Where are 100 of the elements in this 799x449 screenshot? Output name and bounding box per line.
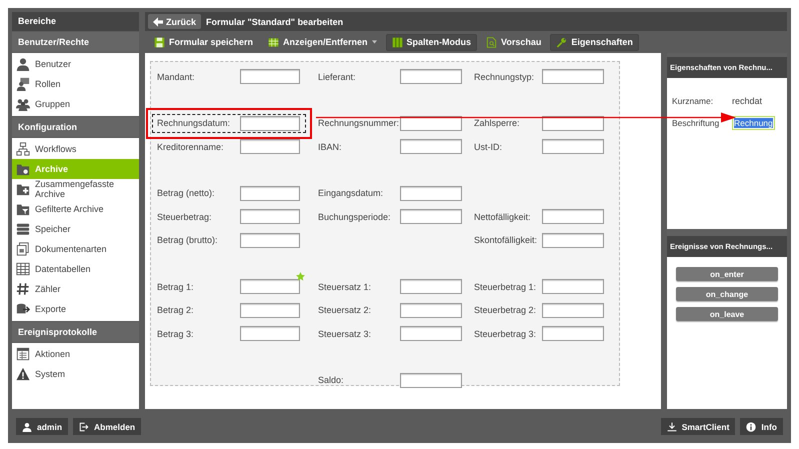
- sidebar-item[interactable]: Exporte: [12, 299, 139, 319]
- input-field[interactable]: [240, 326, 300, 342]
- property-label: Kurzname:: [672, 96, 714, 106]
- sidebar-item[interactable]: Zähler: [12, 279, 139, 299]
- property-value: rechdat: [732, 96, 762, 106]
- table-icon: [268, 36, 280, 48]
- input-field[interactable]: [400, 279, 462, 294]
- back-button[interactable]: Zurück: [148, 14, 202, 29]
- toolbar-button[interactable]: Spalten-Modus: [386, 34, 478, 50]
- input-field[interactable]: [400, 139, 462, 154]
- field-label: Kreditorenname:: [157, 142, 225, 152]
- field-label: Betrag 1:: [157, 282, 195, 292]
- field-label: Ust-ID:: [474, 142, 503, 152]
- field-label: Rechnungsnummer:: [318, 118, 400, 128]
- event-button[interactable]: on_leave: [676, 307, 778, 321]
- input-field[interactable]: [400, 372, 462, 388]
- field-label: IBAN:: [318, 142, 343, 152]
- columns-icon: [392, 36, 403, 48]
- field-label: Eingangsdatum:: [318, 188, 384, 198]
- sidebar-item[interactable]: Benutzer: [12, 54, 139, 74]
- input-field[interactable]: [400, 186, 462, 201]
- input-field[interactable]: [542, 209, 604, 224]
- wrench-icon: [556, 36, 568, 48]
- sidebar-item[interactable]: Gruppen: [12, 94, 139, 114]
- section-header[interactable]: Benutzer/Rechte: [12, 32, 139, 52]
- field-label: Steuersatz 1:: [318, 282, 372, 292]
- logout-icon: [79, 422, 90, 432]
- field-label: Lieferant:: [318, 72, 357, 82]
- section-header[interactable]: Ereignisprotokolle: [12, 322, 139, 342]
- field-label: Betrag 2:: [157, 305, 195, 316]
- property-label: Beschriftung: [672, 118, 720, 128]
- server-icon: [16, 222, 30, 236]
- sidebar-item[interactable]: Zusammengefasste Archive: [12, 179, 139, 199]
- hash-icon: [16, 282, 30, 296]
- input-field[interactable]: [400, 116, 462, 131]
- info-icon: [746, 422, 756, 432]
- toolbar-button[interactable]: Vorschau: [480, 34, 548, 50]
- field-label: Skontofälligkeit:: [474, 235, 538, 246]
- field-label: Steuerbetrag 3:: [474, 328, 538, 339]
- input-field[interactable]: [240, 232, 300, 248]
- footer-button[interactable]: admin: [16, 418, 68, 436]
- toolbar-button[interactable]: Anzeigen/Entfernen: [262, 34, 383, 50]
- field-label: Betrag 3:: [157, 328, 195, 339]
- input-field[interactable]: [542, 69, 604, 84]
- input-field[interactable]: [400, 302, 462, 318]
- field-label: Betrag (netto):: [157, 188, 216, 198]
- input-field[interactable]: [400, 69, 462, 84]
- input-field[interactable]: [542, 326, 604, 342]
- person-icon: [16, 57, 30, 71]
- workflow-icon: [16, 142, 30, 156]
- input-field[interactable]: [240, 302, 300, 318]
- sidebar-item[interactable]: Aktionen: [12, 344, 139, 364]
- footer-button[interactable]: Info: [740, 418, 783, 436]
- input-field[interactable]: [240, 279, 300, 294]
- calendar-icon: [16, 347, 30, 361]
- download-icon: [666, 422, 677, 432]
- field-label: Zahlsperre:: [474, 118, 521, 128]
- footer-button[interactable]: SmartClient: [660, 418, 736, 436]
- input-field[interactable]: [240, 209, 300, 224]
- input-field[interactable]: [400, 209, 462, 224]
- sidebar-item[interactable]: Gefilterte Archive: [12, 199, 139, 219]
- input-field[interactable]: [400, 326, 462, 342]
- field-label: Steuersatz 2:: [318, 305, 372, 316]
- page-title: Formular "Standard" bearbeiten: [206, 16, 344, 26]
- input-field[interactable]: [542, 232, 604, 248]
- toolbar-button[interactable]: Formular speichern: [148, 34, 260, 50]
- sidebar-item[interactable]: Dokumentenarten: [12, 239, 139, 259]
- input-field[interactable]: [542, 116, 604, 131]
- input-field[interactable]: [240, 69, 300, 84]
- group-icon: [16, 97, 30, 111]
- field-label: Steuersatz 3:: [318, 328, 372, 339]
- field-label: Steuerbetrag 2:: [474, 305, 538, 316]
- save-icon: [154, 36, 165, 48]
- field-label: Betrag (brutto):: [157, 235, 219, 246]
- section-header[interactable]: Konfiguration: [12, 117, 139, 137]
- sidebar-item[interactable]: Workflows: [12, 139, 139, 159]
- field-label: Rechnungsdatum:: [157, 118, 232, 128]
- footer-button[interactable]: Abmelden: [73, 418, 142, 436]
- sidebar-item[interactable]: Speicher: [12, 219, 139, 239]
- input-field[interactable]: [240, 186, 300, 201]
- export-icon: [16, 302, 30, 316]
- field-label: Saldo:: [318, 375, 345, 386]
- document-icon: [16, 242, 30, 256]
- input-field[interactable]: [542, 279, 604, 294]
- input-field[interactable]: Rechnung: [732, 116, 775, 130]
- sidebar-item[interactable]: Rollen: [12, 74, 139, 94]
- event-button[interactable]: on_change: [676, 287, 778, 301]
- folder-filter-icon: [16, 202, 30, 216]
- field-label: Rechnungstyp:: [474, 72, 536, 82]
- input-field[interactable]: [542, 139, 604, 154]
- person-icon: [22, 422, 32, 432]
- input-field[interactable]: [542, 302, 604, 318]
- document-icon: [486, 36, 498, 48]
- input-field[interactable]: [240, 139, 300, 154]
- toolbar-button[interactable]: Eigenschaften: [550, 34, 639, 50]
- field-label: Mandant:: [157, 72, 196, 82]
- event-button[interactable]: on_enter: [676, 267, 778, 281]
- sidebar-item[interactable]: Datentabellen: [12, 259, 139, 279]
- sidebar-item[interactable]: System: [12, 364, 139, 384]
- input-field[interactable]: [240, 116, 300, 131]
